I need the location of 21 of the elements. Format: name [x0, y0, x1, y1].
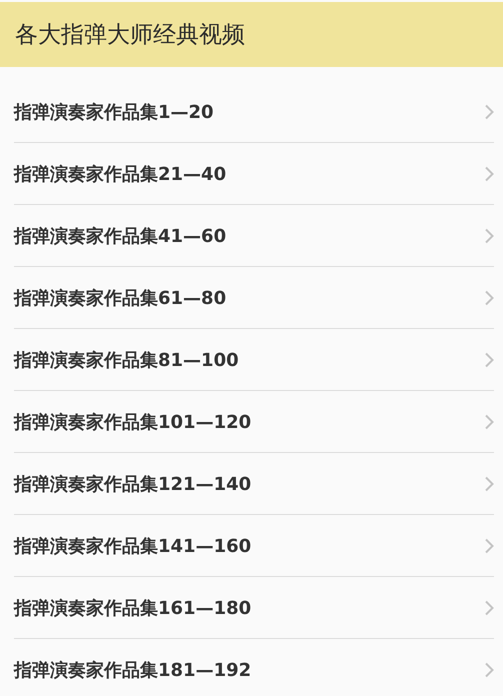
chevron-right-icon: [484, 414, 494, 430]
list-item[interactable]: 指弹演奏家作品集61—80: [14, 267, 494, 329]
chevron-right-icon: [484, 104, 494, 120]
list-item[interactable]: 指弹演奏家作品集1—20: [14, 81, 494, 143]
chevron-right-icon: [484, 662, 494, 678]
page-title: 各大指弹大师经典视频: [15, 21, 245, 50]
chevron-right-icon: [484, 476, 494, 492]
chevron-right-icon: [484, 352, 494, 368]
list-item[interactable]: 指弹演奏家作品集101—120: [14, 391, 494, 453]
list-item[interactable]: 指弹演奏家作品集81—100: [14, 329, 494, 391]
list-item[interactable]: 指弹演奏家作品集141—160: [14, 515, 494, 577]
list-item[interactable]: 指弹演奏家作品集161—180: [14, 577, 494, 639]
list-item[interactable]: 指弹演奏家作品集21—40: [14, 143, 494, 205]
chevron-right-icon: [484, 166, 494, 182]
list-item[interactable]: 指弹演奏家作品集121—140: [14, 453, 494, 515]
list-item[interactable]: 指弹演奏家作品集181—192: [14, 639, 494, 696]
chevron-right-icon: [484, 228, 494, 244]
chevron-right-icon: [484, 600, 494, 616]
list-item[interactable]: 指弹演奏家作品集41—60: [14, 205, 494, 267]
chevron-right-icon: [484, 290, 494, 306]
chevron-right-icon: [484, 538, 494, 554]
